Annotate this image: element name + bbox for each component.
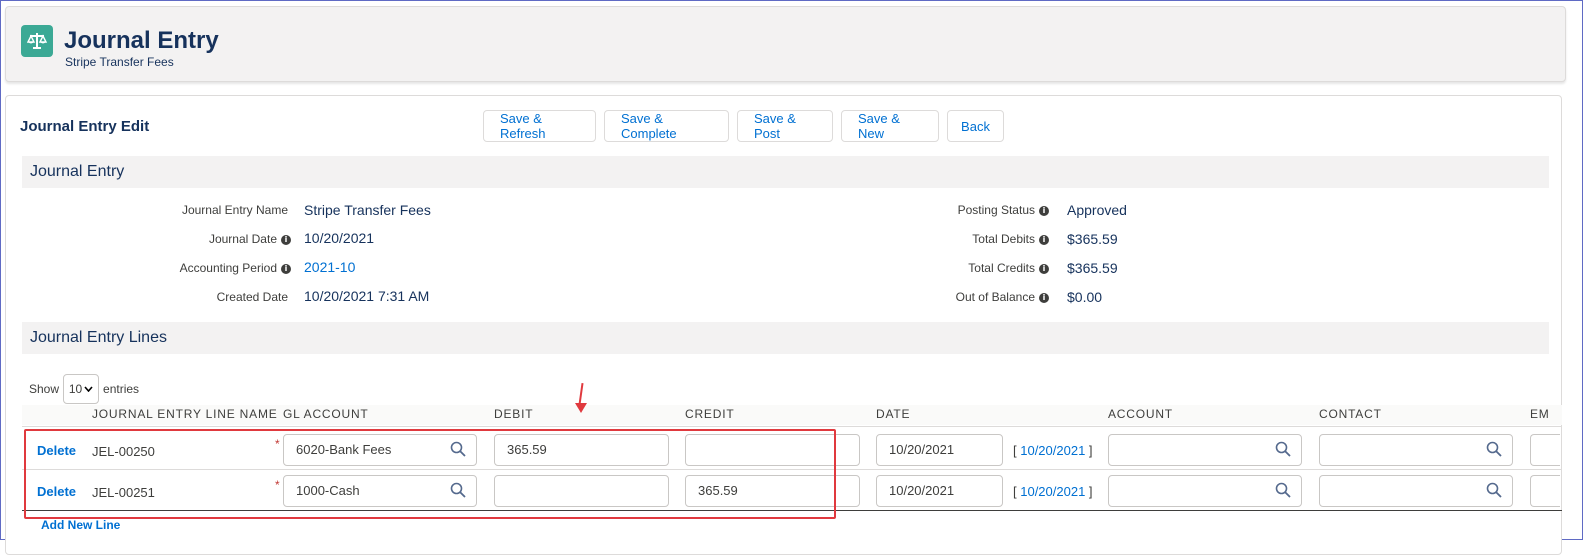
- back-button[interactable]: Back: [947, 110, 1004, 142]
- entries-label: entries: [103, 382, 140, 396]
- account-input[interactable]: [1108, 434, 1302, 466]
- save-post-button[interactable]: Save & Post: [737, 110, 833, 142]
- column-header-gl-account[interactable]: GL ACCOUNT: [283, 407, 369, 421]
- table-header: JOURNAL ENTRY LINE NAME GL ACCOUNT DEBIT…: [22, 405, 1562, 425]
- field-label-out-of-balance: Out of Balance i: [956, 290, 1049, 304]
- field-label-created-date: Created Date: [216, 290, 288, 304]
- show-label: Show: [29, 382, 60, 396]
- info-icon[interactable]: i: [281, 235, 291, 245]
- page-size-value: 10: [68, 382, 83, 396]
- column-header-credit[interactable]: CREDIT: [685, 407, 734, 421]
- column-header-debit[interactable]: DEBIT: [494, 407, 533, 421]
- search-icon[interactable]: [1486, 441, 1502, 457]
- balance-scale-icon: [21, 25, 53, 57]
- field-value-out-of-balance: $0.00: [1067, 289, 1103, 305]
- contact-input[interactable]: [1319, 434, 1513, 466]
- field-value-created-date: 10/20/2021 7:31 AM: [304, 288, 430, 304]
- field-value-posting-status: Approved: [1067, 202, 1127, 218]
- save-new-button[interactable]: Save & New: [841, 110, 939, 142]
- column-header-contact[interactable]: CONTACT: [1319, 407, 1382, 421]
- page-subtitle: Stripe Transfer Fees: [65, 55, 174, 69]
- page-size-select[interactable]: 10: [63, 374, 100, 404]
- divider: [22, 426, 1562, 427]
- save-complete-button[interactable]: Save & Complete: [604, 110, 729, 142]
- save-refresh-button[interactable]: Save & Refresh: [483, 110, 596, 142]
- field-value-name: Stripe Transfer Fees: [304, 202, 431, 218]
- field-value-total-debits: $365.59: [1067, 231, 1118, 247]
- field-label-total-debits: Total Debits i: [972, 232, 1049, 246]
- date-input[interactable]: 10/20/2021: [876, 434, 1003, 466]
- today-date-link[interactable]: [ 10/20/2021 ]: [1013, 443, 1093, 458]
- field-label-posting-status: Posting Status i: [958, 203, 1049, 217]
- field-value-journal-date: 10/20/2021: [304, 230, 375, 246]
- card-title: Journal Entry Edit: [20, 118, 150, 135]
- section-journal-entry-lines: Journal Entry Lines: [22, 322, 1549, 354]
- today-date-link[interactable]: [ 10/20/2021 ]: [1013, 484, 1093, 499]
- account-input[interactable]: [1108, 475, 1302, 507]
- info-icon[interactable]: i: [1039, 293, 1049, 303]
- contact-input[interactable]: [1319, 475, 1513, 507]
- date-value: 10/20/2021: [889, 483, 955, 498]
- search-icon[interactable]: [1486, 482, 1502, 498]
- field-label-total-credits: Total Credits i: [968, 261, 1049, 275]
- search-icon[interactable]: [1275, 441, 1291, 457]
- search-icon[interactable]: [1275, 482, 1291, 498]
- info-icon[interactable]: i: [1039, 206, 1049, 216]
- em-input[interactable]: [1530, 475, 1560, 507]
- section-journal-entry: Journal Entry: [22, 156, 1549, 188]
- info-icon[interactable]: i: [281, 264, 291, 274]
- page-size-control: Show 10 entries: [29, 374, 139, 404]
- annotation-arrow-head: [575, 403, 587, 413]
- info-icon[interactable]: i: [1039, 264, 1049, 274]
- field-value-total-credits: $365.59: [1067, 260, 1118, 276]
- column-header-name[interactable]: JOURNAL ENTRY LINE NAME: [92, 407, 278, 421]
- column-header-date[interactable]: DATE: [876, 407, 910, 421]
- column-header-em[interactable]: EM: [1530, 407, 1550, 421]
- action-buttons: Save & Refresh Save & Complete Save & Po…: [483, 110, 1004, 142]
- accounting-period-link[interactable]: 2021-10: [304, 259, 355, 275]
- add-new-line-link[interactable]: Add New Line: [41, 518, 120, 532]
- page-header: Journal Entry Stripe Transfer Fees: [5, 6, 1566, 82]
- date-value: 10/20/2021: [889, 442, 955, 457]
- em-input[interactable]: [1530, 434, 1560, 466]
- field-label-name: Journal Entry Name: [181, 203, 288, 217]
- annotation-highlight-box: [24, 429, 836, 519]
- chevron-down-icon: [84, 386, 93, 392]
- date-input[interactable]: 10/20/2021: [876, 475, 1003, 507]
- column-header-account[interactable]: ACCOUNT: [1108, 407, 1173, 421]
- field-label-accounting-period: Accounting Period i: [180, 261, 291, 275]
- page-title: Journal Entry: [64, 27, 219, 54]
- info-icon[interactable]: i: [1039, 235, 1049, 245]
- field-label-journal-date: Journal Date i: [209, 232, 291, 246]
